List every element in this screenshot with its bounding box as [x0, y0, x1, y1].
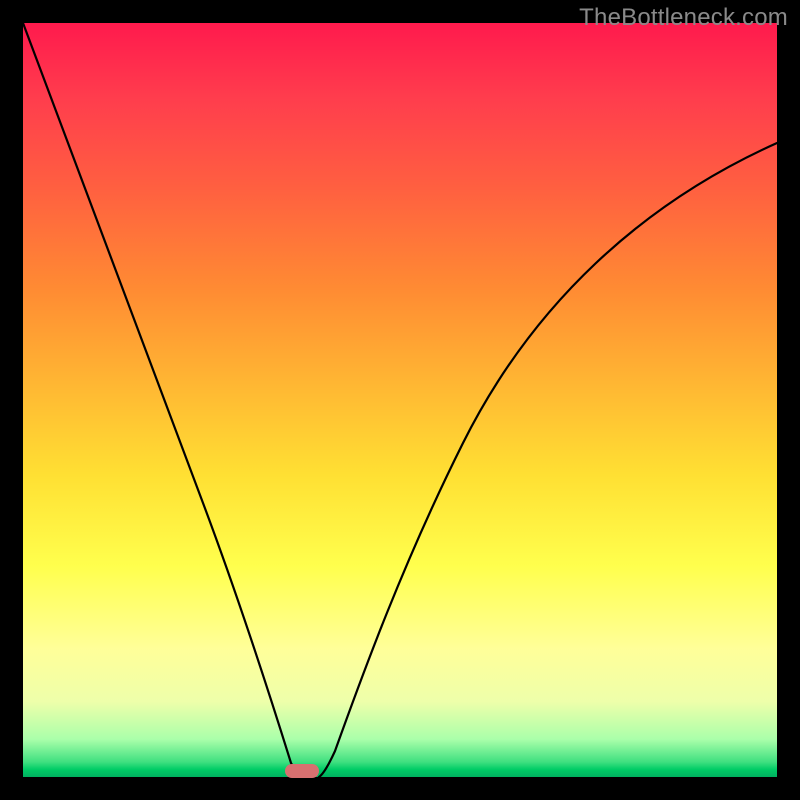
watermark-text: TheBottleneck.com — [579, 4, 788, 32]
curve-layer — [23, 23, 777, 777]
left-curve — [23, 23, 304, 777]
right-curve — [319, 143, 777, 777]
optimum-nub — [285, 764, 319, 778]
chart-plot-area — [23, 23, 777, 777]
